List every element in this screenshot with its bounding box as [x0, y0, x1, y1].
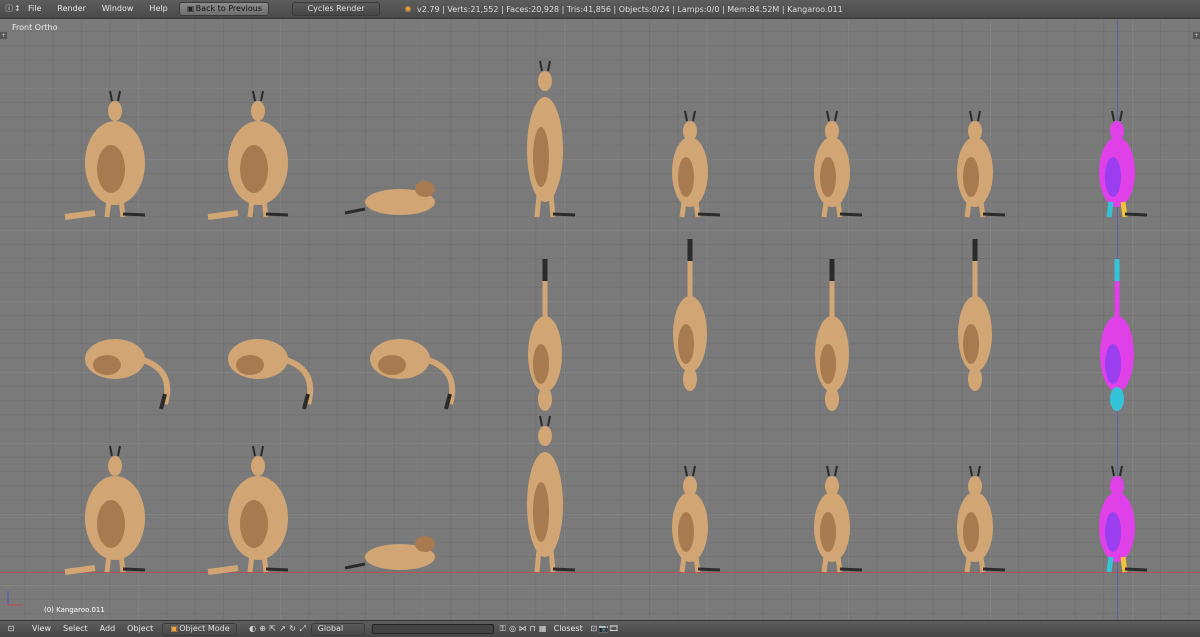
3d-view-editor-icon[interactable]: ⊡	[6, 624, 16, 634]
kangaroo-figure[interactable]	[344, 536, 435, 570]
menu-view[interactable]: View	[26, 621, 57, 637]
kangaroo-figure[interactable]	[958, 239, 992, 391]
menu-help[interactable]: Help	[141, 0, 175, 18]
object-mode-icon: ▣	[170, 624, 179, 633]
kangaroo-figure[interactable]	[1099, 110, 1148, 218]
scale-icon[interactable]: ⤢	[298, 624, 308, 634]
kangaroo-figure[interactable]	[672, 110, 721, 218]
scene-stats: v2.79 | Verts:21,552 | Faces:20,928 | Tr…	[417, 4, 843, 14]
orientation-label: Global	[317, 624, 344, 633]
render-animation-icon[interactable]: 🎞	[609, 624, 619, 634]
kangaroo-figure[interactable]	[64, 90, 146, 220]
snap-align-icon[interactable]: ⊡	[589, 624, 599, 634]
kangaroo-figure[interactable]	[673, 239, 707, 391]
viewport-shading-icon[interactable]: ◐	[248, 624, 258, 634]
axis-gizmo-icon	[7, 591, 22, 606]
3d-view-header: ⊡ View Select Add Object ▣ Object Mode ◐…	[0, 620, 1200, 637]
kangaroo-figure[interactable]	[528, 259, 562, 411]
kangaroo-figure[interactable]	[370, 339, 456, 410]
kangaroo-figure[interactable]	[814, 110, 863, 218]
translate-icon[interactable]: ↗	[278, 624, 288, 634]
snap-target-label[interactable]: Closest	[548, 621, 589, 637]
proportional-edit-icon[interactable]: ◎	[508, 624, 518, 634]
blender-logo-icon: ◉	[404, 4, 412, 13]
back-to-previous-button[interactable]: ▣ Back to Previous	[178, 2, 270, 16]
menu-render[interactable]: Render	[49, 0, 93, 18]
kangaroo-figure[interactable]	[228, 339, 314, 410]
lock-icon[interactable]: ⚿	[498, 624, 508, 634]
kangaroo-figure[interactable]	[815, 259, 849, 411]
render-image-icon[interactable]: 📷	[599, 624, 609, 634]
menu-window[interactable]: Window	[94, 0, 142, 18]
kangaroo-figure[interactable]	[957, 110, 1006, 218]
kangaroo-figure[interactable]	[85, 339, 171, 410]
active-object-label: (0) Kangaroo.011	[44, 606, 105, 614]
screen-icon: ▣	[186, 4, 195, 13]
kangaroo-figure[interactable]	[64, 445, 146, 575]
kangaroo-figure[interactable]	[207, 90, 289, 220]
kangaroo-figures-layer	[64, 60, 1148, 575]
kangaroo-figure[interactable]	[1100, 259, 1134, 411]
mode-select[interactable]: ▣ Object Mode	[162, 622, 237, 636]
snap-icon[interactable]: ⋈	[518, 624, 528, 634]
pivot-point-icon[interactable]: ⊕	[258, 624, 268, 634]
render-engine-select[interactable]: Cycles Render	[292, 2, 381, 16]
back-to-previous-label: Back to Previous	[195, 4, 263, 13]
kangaroo-figure[interactable]	[814, 465, 863, 573]
magnet-icon[interactable]: ⊓	[528, 624, 538, 634]
kangaroo-figure[interactable]	[957, 465, 1006, 573]
menu-add[interactable]: Add	[94, 621, 122, 637]
layers-selector[interactable]	[371, 624, 494, 634]
snap-element-icon[interactable]: ▦	[538, 624, 548, 634]
kangaroo-figure[interactable]	[207, 445, 289, 575]
info-header: ⓘ ↕ File Render Window Help ▣ Back to Pr…	[0, 0, 1200, 19]
kangaroo-figure[interactable]	[527, 415, 576, 573]
render-engine-label: Cycles Render	[307, 4, 365, 13]
mode-label: Object Mode	[179, 624, 230, 633]
orientation-select[interactable]: Global	[310, 622, 365, 636]
3d-viewport[interactable]: Front Ortho + + (0) Kangaroo.011	[0, 19, 1200, 620]
kangaroo-figure[interactable]	[1099, 465, 1148, 573]
info-editor-icon[interactable]: ⓘ	[4, 4, 14, 14]
manipulator-icon[interactable]: ⇱	[268, 624, 278, 634]
menu-object[interactable]: Object	[121, 621, 159, 637]
kangaroo-figure[interactable]	[344, 181, 435, 215]
rotate-icon[interactable]: ↻	[288, 624, 298, 634]
kangaroo-figure[interactable]	[527, 60, 576, 218]
menu-select[interactable]: Select	[57, 621, 94, 637]
menu-file[interactable]: File	[20, 0, 49, 18]
kangaroo-figure[interactable]	[672, 465, 721, 573]
